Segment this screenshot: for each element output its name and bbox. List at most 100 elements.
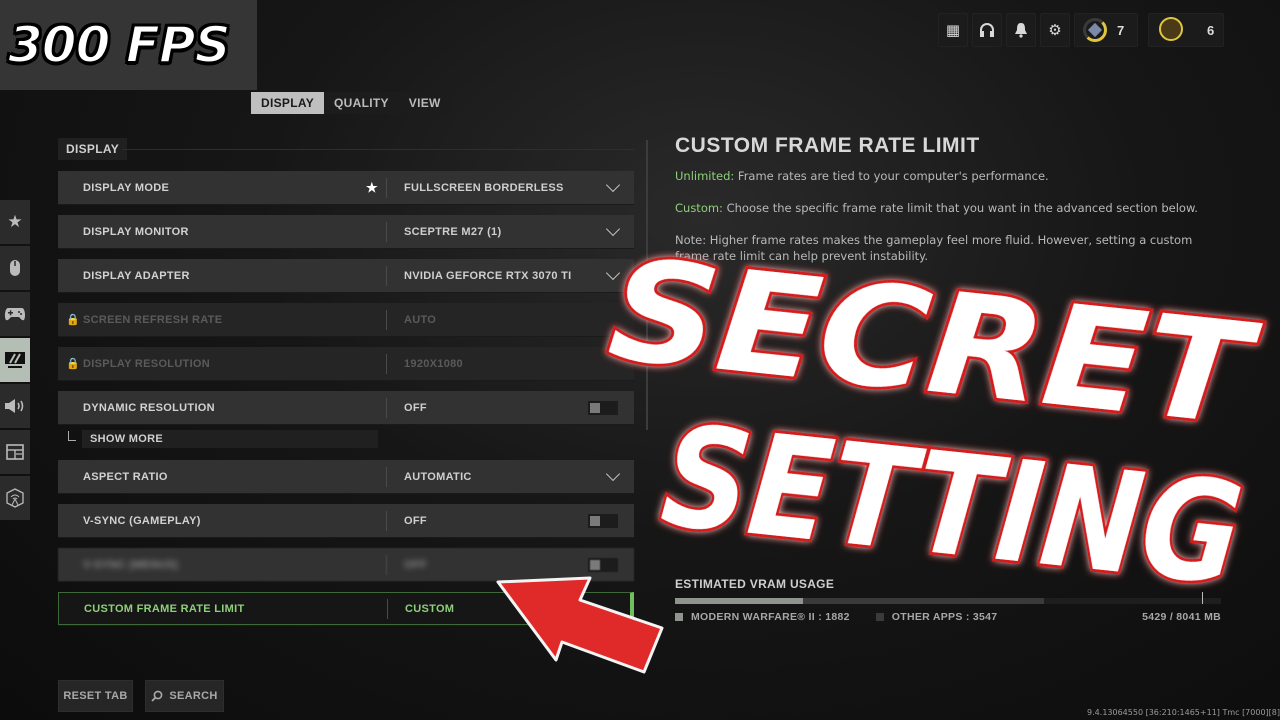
favorite-star-icon[interactable]: ★ (366, 180, 378, 196)
controller-glyph (4, 308, 26, 321)
vram-usage-bar (675, 592, 1221, 604)
info-title: CUSTOM FRAME RATE LIMIT (675, 134, 980, 157)
headset-icon[interactable] (972, 13, 1002, 47)
setting-value: OFF (404, 514, 427, 527)
setting-label: DISPLAY RESOLUTION (83, 357, 211, 370)
tab-display[interactable]: DISPLAY (251, 92, 325, 114)
fps-badge: 300 FPS (0, 0, 257, 90)
toggle-switch[interactable] (588, 513, 618, 528)
setting-dynamic-resolution[interactable]: DYNAMIC RESOLUTION OFF (58, 391, 634, 424)
reset-tab-button[interactable]: RESET TAB (58, 680, 133, 712)
vram-legend-other: OTHER APPS : 3547 (875, 611, 998, 623)
setting-value: AUTO (404, 313, 437, 326)
rank-icon (1083, 18, 1107, 42)
setting-display-mode[interactable]: DISPLAY MODE ★ FULLSCREEN BORDERLESS (58, 171, 634, 204)
legend-label: MODERN WARFARE® II : 1882 (691, 611, 850, 623)
setting-label: ASPECT RATIO (83, 470, 168, 483)
vram-game-fill (675, 598, 803, 604)
vram-limit-marker (1202, 592, 1203, 604)
monitor-glyph (5, 352, 25, 368)
settings-sidebar: ★ (0, 200, 30, 520)
reset-tab-label: RESET TAB (63, 690, 128, 702)
vram-legend: MODERN WARFARE® II : 1882 OTHER APPS : 3… (675, 611, 1221, 623)
settings-scrollbar[interactable] (646, 140, 648, 430)
setting-label: V-SYNC (GAMEPLAY) (83, 514, 201, 527)
interface-glyph (6, 444, 24, 460)
section-header: DISPLAY (58, 138, 128, 160)
tab-view[interactable]: VIEW (399, 92, 451, 114)
setting-value: NVIDIA GEFORCE RTX 3070 TI (404, 269, 572, 282)
tab-quality[interactable]: QUALITY (324, 92, 399, 114)
network-glyph (6, 488, 24, 508)
setting-value: 1920X1080 (404, 357, 463, 370)
top-bar: ▦ ⚙ 7 6 (938, 13, 1224, 47)
bell-glyph (1015, 23, 1027, 38)
chevron-down-icon[interactable] (605, 466, 621, 482)
setting-display-resolution: 🔒 DISPLAY RESOLUTION 1920X1080 (58, 347, 634, 380)
info-unlimited: Unlimited: Frame rates are tied to your … (675, 168, 1220, 184)
unlimited-label: Unlimited: (675, 169, 735, 183)
legend-swatch (675, 613, 683, 621)
setting-custom-frame-rate-limit[interactable]: CUSTOM FRAME RATE LIMIT CUSTOM (58, 592, 634, 625)
setting-display-monitor[interactable]: DISPLAY MONITOR SCEPTRE M27 (1) (58, 215, 634, 248)
sidebar-audio-icon[interactable] (0, 384, 30, 428)
build-version: 9.4.13064550 [36:210:1465+11] Tmc [7000]… (1087, 708, 1280, 717)
grid-menu-icon[interactable]: ▦ (938, 13, 968, 47)
legend-swatch (875, 613, 884, 621)
setting-label: CUSTOM FRAME RATE LIMIT (84, 602, 245, 615)
setting-value: OFF (404, 401, 427, 414)
sidebar-controller-icon[interactable] (0, 292, 30, 336)
chevron-down-icon[interactable] (605, 265, 621, 281)
vram-legend-game: MODERN WARFARE® II : 1882 (675, 611, 850, 623)
setting-value: SCEPTRE M27 (1) (404, 225, 502, 238)
info-note: Note: Higher frame rates makes the gamep… (675, 233, 1193, 263)
currency-count: 6 (1207, 22, 1215, 38)
sidebar-network-icon[interactable] (0, 476, 30, 520)
toggle-switch[interactable] (588, 557, 618, 572)
setting-value: AUTOMATIC (404, 470, 472, 483)
sidebar-graphics-icon[interactable] (0, 338, 30, 382)
sidebar-mouse-icon[interactable] (0, 246, 30, 290)
setting-label: V-SYNC (MENUS) (83, 558, 179, 571)
bell-icon[interactable] (1006, 13, 1036, 47)
chevron-down-icon[interactable] (605, 221, 621, 237)
lock-icon: 🔒 (66, 314, 80, 326)
coins-icon (1159, 17, 1199, 43)
lock-icon: 🔒 (66, 358, 80, 370)
setting-screen-refresh-rate: 🔒 SCREEN REFRESH RATE AUTO (58, 303, 634, 336)
rank-button[interactable]: 7 (1074, 13, 1138, 47)
setting-vsync-menus[interactable]: V-SYNC (MENUS) OFF (58, 548, 634, 581)
headset-glyph (980, 23, 994, 37)
setting-vsync-gameplay[interactable]: V-SYNC (GAMEPLAY) OFF (58, 504, 634, 537)
fps-badge-text: 300 FPS (7, 15, 232, 75)
currency-button[interactable]: 6 (1148, 13, 1224, 47)
headline-overlay: SECRET SETTING (560, 225, 1280, 620)
search-button[interactable]: SEARCH (145, 680, 224, 712)
show-more[interactable]: SHOW MORE (68, 430, 378, 448)
setting-value: OFF (404, 558, 427, 571)
toggle-switch[interactable] (588, 400, 618, 415)
settings-tabs: DISPLAY QUALITY VIEW (251, 92, 451, 114)
sidebar-favorites-icon[interactable]: ★ (0, 200, 30, 244)
show-more-button[interactable]: SHOW MORE (82, 430, 378, 448)
setting-label: DISPLAY MODE (83, 181, 170, 194)
rank-level: 7 (1117, 22, 1125, 38)
search-label: SEARCH (169, 690, 218, 702)
tree-branch-icon (68, 431, 76, 441)
speaker-glyph (5, 399, 24, 413)
headline-line-1: SECRET (602, 250, 1266, 459)
setting-value: CUSTOM (405, 602, 455, 615)
vram-total: 5429 / 8041 MB (1142, 611, 1221, 623)
setting-display-adapter[interactable]: DISPLAY ADAPTER NVIDIA GEFORCE RTX 3070 … (58, 259, 634, 292)
setting-label: DYNAMIC RESOLUTION (83, 401, 215, 414)
unlimited-text: Frame rates are tied to your computer's … (734, 169, 1049, 183)
sidebar-interface-icon[interactable] (0, 430, 30, 474)
gear-icon[interactable]: ⚙ (1040, 13, 1070, 47)
search-icon (151, 690, 163, 702)
info-custom: Custom: Choose the specific frame rate l… (675, 200, 1220, 216)
setting-aspect-ratio[interactable]: ASPECT RATIO AUTOMATIC (58, 460, 634, 493)
legend-label: OTHER APPS : 3547 (891, 611, 998, 623)
chevron-down-icon[interactable] (605, 177, 621, 193)
custom-text: Choose the specific frame rate limit tha… (722, 201, 1198, 215)
mouse-glyph (10, 260, 20, 276)
